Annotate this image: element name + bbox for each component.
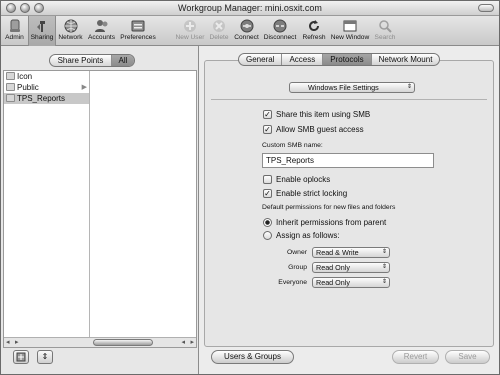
disclosure-arrow-icon: ▶ <box>81 84 87 91</box>
share-smb-checkbox[interactable]: ✓ Share this item using SMB <box>263 110 370 119</box>
list-item-tps-reports[interactable]: TPS_Reports <box>4 93 89 104</box>
horizontal-scrollbar[interactable]: ◂ ▸ ◂ ▸ <box>4 337 196 347</box>
app-window: Workgroup Manager: mini.osxit.com Admin … <box>0 0 500 375</box>
new-window-icon <box>343 18 358 33</box>
everyone-label: Everyone <box>278 279 307 286</box>
tab-general[interactable]: General <box>239 54 283 65</box>
window-title: Workgroup Manager: mini.osxit.com <box>178 3 322 13</box>
scroll-left-icon[interactable]: ◂ <box>6 338 10 348</box>
checkbox-icon: ✓ <box>263 125 272 134</box>
toolbar-network-button[interactable]: Network <box>56 16 85 46</box>
toolbar-sharing-button[interactable]: Sharing <box>28 16 56 46</box>
browser-column-1: Icon Public ▶ TPS_Reports <box>4 71 90 337</box>
share-filter-segmented-control: Share Points All <box>49 54 135 67</box>
scroll-right-icon[interactable]: ▸ <box>15 338 19 348</box>
admin-icon <box>7 18 22 33</box>
toolbar-disconnect-button[interactable]: Disconnect <box>261 16 299 46</box>
protocol-popup[interactable]: Windows File Settings ⇕ <box>289 82 415 93</box>
search-icon <box>378 18 393 33</box>
share-options-button[interactable] <box>13 350 29 364</box>
owner-permission-popup[interactable]: Read & Write ⇕ <box>312 247 390 258</box>
folder-icon <box>6 83 15 91</box>
custom-smb-name-field[interactable]: TPS_Reports <box>262 153 434 168</box>
strict-locking-checkbox[interactable]: ✓ Enable strict locking <box>263 189 347 198</box>
toolbar-toggle-button[interactable] <box>478 4 494 12</box>
toolbar-refresh-button[interactable]: Refresh <box>299 16 329 46</box>
divider <box>211 99 487 100</box>
chevron-updown-icon: ⇕ <box>406 84 412 90</box>
tab-protocols[interactable]: Protocols <box>323 54 372 65</box>
allow-guest-checkbox[interactable]: ✓ Allow SMB guest access <box>263 125 364 134</box>
checkbox-icon <box>263 175 272 184</box>
network-icon <box>63 18 78 33</box>
chevron-updown-icon: ⇕ <box>381 249 387 255</box>
toolbar-preferences-button[interactable]: Preferences <box>118 16 158 46</box>
save-button[interactable]: Save <box>445 350 490 364</box>
sharing-icon <box>35 18 50 33</box>
toolbar-new-user-button[interactable]: New User <box>174 16 206 46</box>
accounts-icon <box>94 18 109 33</box>
share-options-icon <box>16 352 26 362</box>
share-points-segment[interactable]: Share Points <box>50 55 112 66</box>
scroll-left-icon[interactable]: ◂ <box>181 338 185 348</box>
radio-icon <box>263 218 272 227</box>
tab-bar: General Access Protocols Network Mount <box>238 53 441 66</box>
scroll-right-icon[interactable]: ▸ <box>190 338 194 348</box>
list-item-public[interactable]: Public ▶ <box>4 82 89 93</box>
radio-icon <box>263 231 272 240</box>
toolbar-admin-button[interactable]: Admin <box>1 16 28 46</box>
assign-permissions-radio[interactable]: Assign as follows: <box>263 231 340 240</box>
toolbar-new-window-button[interactable]: New Window <box>329 16 371 46</box>
connect-icon <box>239 18 254 33</box>
sort-button[interactable]: ⇕ <box>37 350 53 364</box>
disconnect-icon <box>273 18 288 33</box>
revert-button[interactable]: Revert <box>392 350 439 364</box>
chevron-updown-icon: ⇕ <box>381 279 387 285</box>
title-bar: Workgroup Manager: mini.osxit.com <box>1 1 499 16</box>
share-list-pane: Share Points All Icon Public ▶ TPS_Repor… <box>1 46 199 374</box>
checkbox-icon: ✓ <box>263 189 272 198</box>
list-item-icon[interactable]: Icon <box>4 71 89 82</box>
delete-icon <box>212 18 227 33</box>
tab-access[interactable]: Access <box>282 54 324 65</box>
new-user-icon <box>183 18 198 33</box>
settings-pane: General Access Protocols Network Mount W… <box>200 46 499 374</box>
tab-network-mount[interactable]: Network Mount <box>372 54 440 65</box>
checkbox-icon: ✓ <box>263 110 272 119</box>
owner-label: Owner <box>286 249 307 256</box>
custom-smb-name-label: Custom SMB name: <box>262 142 323 149</box>
users-groups-button[interactable]: Users & Groups <box>211 350 294 364</box>
toolbar-search-button[interactable]: Search <box>371 16 399 46</box>
preferences-icon <box>131 18 146 33</box>
inherit-permissions-radio[interactable]: Inherit permissions from parent <box>263 218 386 227</box>
toolbar-delete-button[interactable]: Delete <box>206 16 232 46</box>
group-label: Group <box>288 264 307 271</box>
oplocks-checkbox[interactable]: Enable oplocks <box>263 175 330 184</box>
toolbar-accounts-button[interactable]: Accounts <box>85 16 118 46</box>
chevron-updown-icon: ⇕ <box>381 264 387 270</box>
toolbar-connect-button[interactable]: Connect <box>232 16 261 46</box>
default-permissions-label: Default permissions for new files and fo… <box>262 204 396 211</box>
everyone-permission-popup[interactable]: Read Only ⇕ <box>312 277 390 288</box>
file-browser: Icon Public ▶ TPS_Reports ◂ ▸ ◂ ▸ <box>3 70 197 348</box>
folder-icon <box>6 72 15 80</box>
protocols-panel: Windows File Settings ⇕ ✓ Share this ite… <box>204 60 494 347</box>
toolbar: Admin Sharing Network Accounts Preferenc… <box>1 16 499 46</box>
all-segment[interactable]: All <box>112 55 134 66</box>
folder-icon <box>6 94 15 102</box>
refresh-icon <box>307 18 322 33</box>
group-permission-popup[interactable]: Read Only ⇕ <box>312 262 390 273</box>
scroll-thumb[interactable] <box>93 339 153 346</box>
browser-column-2 <box>91 71 196 337</box>
